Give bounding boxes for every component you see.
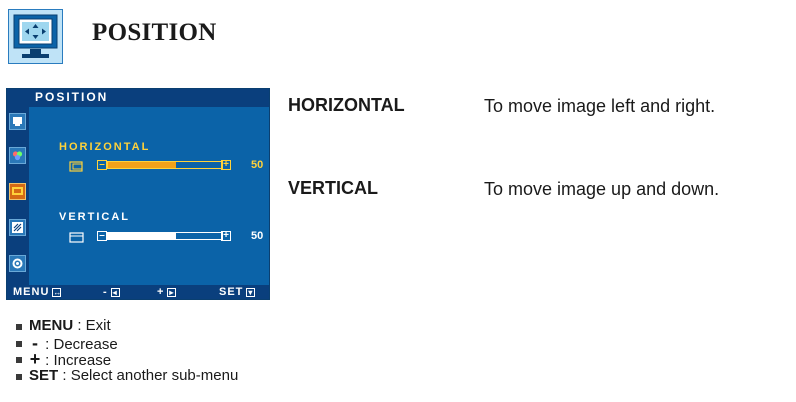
horizontal-slider[interactable] xyxy=(107,161,223,169)
vertical-increase-button[interactable]: + xyxy=(221,231,231,241)
footer-minus[interactable]: - ◂ xyxy=(103,285,120,299)
footer-plus[interactable]: + ▸ xyxy=(157,285,177,299)
legend-text: : Exit xyxy=(77,317,111,334)
legend-key: MENU xyxy=(29,317,74,334)
horizontal-increase-button[interactable]: + xyxy=(221,160,231,170)
horizontal-description: To move image left and right. xyxy=(484,96,716,116)
osd-position-menu: POSITION HORIZONTAL – + 50 VERTICAL – + … xyxy=(6,88,270,300)
vertical-decrease-button[interactable]: – xyxy=(97,231,107,241)
legend-key: + xyxy=(29,349,41,369)
horizontal-position-icon xyxy=(69,159,85,172)
horizontal-term: HORIZONTAL xyxy=(288,95,405,115)
vertical-value: 50 xyxy=(251,230,264,242)
tracking-icon[interactable] xyxy=(9,219,26,236)
left-arrow-icon: ◂ xyxy=(110,287,120,297)
position-icon[interactable] xyxy=(9,183,26,200)
monitor-position-icon xyxy=(8,9,63,64)
osd-sidebar xyxy=(7,107,29,287)
vertical-slider-fill xyxy=(108,233,177,239)
footer-menu[interactable]: MENU ↔ xyxy=(13,285,63,299)
right-arrow-icon: ▸ xyxy=(167,287,177,297)
vertical-label: VERTICAL xyxy=(59,211,130,223)
footer-menu-label: MENU xyxy=(13,286,50,298)
vertical-term: VERTICAL xyxy=(288,178,378,198)
page-title: POSITION xyxy=(92,19,217,46)
legend-text: : Decrease xyxy=(45,335,118,353)
color-icon[interactable] xyxy=(9,147,26,164)
vertical-description: To move image up and down. xyxy=(484,179,720,199)
down-arrow-icon: ▾ xyxy=(246,287,256,297)
bullet-icon xyxy=(16,357,22,363)
footer-plus-label: + xyxy=(157,286,165,298)
legend-key: SET xyxy=(29,366,59,384)
osd-title: POSITION xyxy=(35,90,109,104)
vertical-slider[interactable] xyxy=(107,232,223,240)
footer-set[interactable]: SET ▾ xyxy=(219,285,256,299)
horizontal-value: 50 xyxy=(251,159,264,171)
horizontal-slider-fill xyxy=(108,162,177,168)
bullet-icon xyxy=(16,373,22,380)
vertical-position-icon xyxy=(69,230,85,243)
footer-set-label: SET xyxy=(219,286,244,298)
footer-minus-label: - xyxy=(103,286,108,298)
exit-icon: ↔ xyxy=(52,287,63,297)
setup-icon[interactable] xyxy=(9,255,26,272)
horizontal-decrease-button[interactable]: – xyxy=(97,160,107,170)
legend-text: : Select another sub-menu xyxy=(62,366,239,384)
osd-footer: MENU ↔ - ◂ + ▸ SET ▾ xyxy=(7,285,269,299)
bullet-icon xyxy=(16,324,22,330)
bullet-icon xyxy=(16,340,22,347)
osd-title-bar: POSITION xyxy=(7,89,269,107)
osd-content: HORIZONTAL – + 50 VERTICAL – + 50 xyxy=(29,107,269,287)
picture-icon[interactable] xyxy=(9,113,26,130)
horizontal-label: HORIZONTAL xyxy=(59,141,151,153)
